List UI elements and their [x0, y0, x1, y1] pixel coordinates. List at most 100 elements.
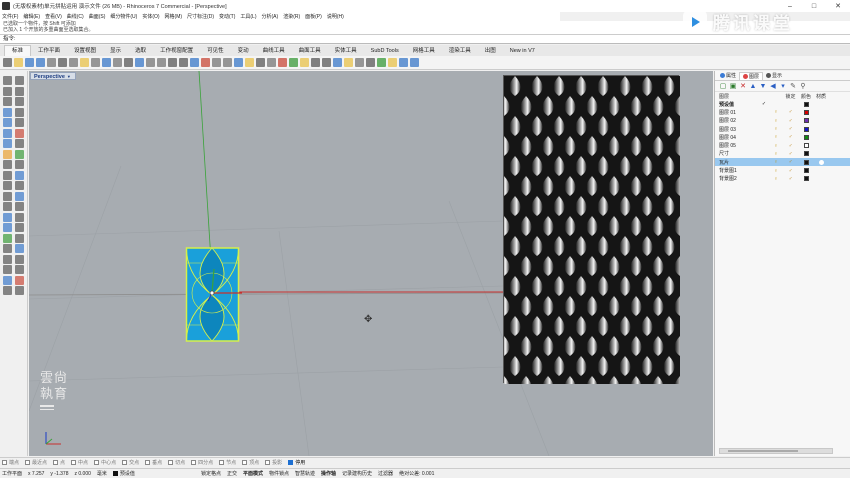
checkbox[interactable]: [242, 460, 248, 465]
menu-item[interactable]: 查看(V): [45, 13, 62, 20]
toolbar-tab[interactable]: 显示: [103, 46, 128, 56]
checkbox[interactable]: [191, 460, 197, 465]
side-tool-icon[interactable]: [3, 191, 12, 201]
toolbar-tab[interactable]: 实体工具: [328, 46, 364, 56]
side-tool-icon[interactable]: [15, 181, 24, 190]
status-toggle[interactable]: 记录建构历史: [342, 470, 372, 477]
side-tool-icon[interactable]: [3, 212, 12, 222]
checkbox[interactable]: [122, 460, 128, 465]
layer-color[interactable]: [798, 109, 814, 115]
side-tool-icon[interactable]: [15, 233, 24, 243]
toolbar-tab[interactable]: 曲线工具: [256, 46, 292, 56]
toolbar-tab[interactable]: 变动: [231, 46, 256, 56]
toolbar-tab[interactable]: 设置视图: [67, 46, 103, 56]
status-toggle[interactable]: 操作轴: [321, 470, 336, 477]
layer-color[interactable]: [798, 159, 814, 165]
layer-row[interactable]: 瓦片 ♀ ♂: [715, 158, 850, 167]
toolbar-tool-icon[interactable]: [157, 58, 166, 67]
menu-item[interactable]: 文件(F): [2, 13, 18, 20]
osnap-toggle[interactable]: 中心点: [94, 459, 116, 466]
side-tool-icon[interactable]: [3, 86, 12, 96]
lock-icon[interactable]: ♂: [783, 126, 798, 132]
new-sublayer-icon[interactable]: ▣: [728, 82, 738, 90]
layer-row[interactable]: 图层 03 ♀ ♂: [715, 125, 850, 133]
osnap-toggle[interactable]: 点: [53, 459, 65, 466]
toolbar-tab[interactable]: 曲面工具: [292, 46, 328, 56]
search-icon[interactable]: ⚲: [798, 82, 808, 90]
checkbox[interactable]: [25, 460, 31, 465]
tab-properties[interactable]: 属性: [717, 72, 739, 79]
side-tool-icon[interactable]: [3, 97, 12, 106]
toolbar-tool-icon[interactable]: [113, 58, 122, 67]
toolbar-tool-icon[interactable]: [388, 58, 397, 67]
menu-item[interactable]: 尺寸标注(D): [187, 13, 214, 20]
toolbar-tool-icon[interactable]: [355, 58, 364, 67]
status-toggle[interactable]: 锁定格点: [201, 470, 221, 477]
layer-color[interactable]: [798, 126, 814, 132]
layer-row[interactable]: 预设值 ✓: [715, 100, 850, 108]
layer-row[interactable]: 图层 05 ♀ ♂: [715, 141, 850, 149]
menu-item[interactable]: 面板(P): [305, 13, 322, 20]
osnap-toggle[interactable]: 投影: [265, 459, 282, 466]
command-prompt[interactable]: 指令:: [0, 35, 850, 44]
layer-color[interactable]: [798, 118, 814, 124]
status-toggle[interactable]: 物件锁点: [269, 470, 289, 477]
osnap-toggle[interactable]: 端点: [2, 459, 19, 466]
lock-icon[interactable]: ♂: [783, 159, 798, 165]
status-cplane[interactable]: 工作平面: [2, 470, 22, 477]
status-toggle[interactable]: 过滤器: [378, 470, 393, 477]
header-color[interactable]: 颜色: [798, 93, 814, 100]
toolbar-tool-icon[interactable]: [168, 58, 177, 67]
side-tool-icon[interactable]: [15, 139, 24, 148]
lightbulb-icon[interactable]: ♀: [769, 168, 783, 174]
toolbar-tool-icon[interactable]: [212, 58, 221, 67]
side-tool-icon[interactable]: [15, 107, 24, 117]
toolbar-tool-icon[interactable]: [14, 58, 23, 67]
osnap-toggle[interactable]: 垂点: [145, 459, 162, 466]
lock-icon[interactable]: ♂: [783, 168, 798, 174]
side-tool-icon[interactable]: [15, 286, 24, 295]
tile-object[interactable]: [184, 245, 244, 345]
osnap-toggle[interactable]: 中点: [71, 459, 88, 466]
menu-item[interactable]: 曲面(S): [89, 13, 106, 20]
lock-icon[interactable]: ♂: [783, 151, 798, 157]
side-tool-icon[interactable]: [15, 97, 24, 106]
header-lock[interactable]: 锁定: [783, 93, 798, 100]
toolbar-tool-icon[interactable]: [300, 58, 309, 67]
toolbar-tool-icon[interactable]: [245, 58, 254, 67]
checkbox[interactable]: [145, 460, 151, 465]
side-tool-icon[interactable]: [15, 191, 24, 201]
toolbar-tool-icon[interactable]: [322, 58, 331, 67]
osnap-toggle[interactable]: 节点: [219, 459, 236, 466]
toolbar-tool-icon[interactable]: [58, 58, 67, 67]
tab-display[interactable]: 显示: [763, 72, 785, 79]
side-tool-icon[interactable]: [3, 139, 12, 148]
side-tool-icon[interactable]: [3, 76, 12, 85]
lightbulb-icon[interactable]: ♀: [769, 134, 783, 140]
lightbulb-icon[interactable]: ♀: [769, 151, 783, 157]
layer-color[interactable]: [798, 101, 814, 107]
toolbar-tab[interactable]: 标准: [4, 45, 32, 56]
toolbar-tool-icon[interactable]: [25, 58, 34, 67]
toolbar-tab[interactable]: 网格工具: [406, 46, 442, 56]
layer-row[interactable]: 图层 02 ♀ ♂: [715, 117, 850, 125]
side-tool-icon[interactable]: [15, 170, 24, 180]
toolbar-tool-icon[interactable]: [36, 58, 45, 67]
toolbar-tab[interactable]: 出图: [478, 46, 503, 56]
menu-item[interactable]: 分析(A): [262, 13, 279, 20]
toolbar-tool-icon[interactable]: [289, 58, 298, 67]
toolbar-tool-icon[interactable]: [410, 58, 419, 67]
side-tool-icon[interactable]: [15, 265, 24, 274]
toolbar-tool-icon[interactable]: [366, 58, 375, 67]
layer-row[interactable]: 背景图2 ♀ ♂: [715, 175, 850, 183]
checkbox[interactable]: [2, 460, 7, 465]
toolbar-tool-icon[interactable]: [399, 58, 408, 67]
side-tool-icon[interactable]: [15, 149, 24, 159]
toolbar-tab[interactable]: 可见性: [200, 46, 231, 56]
toolbar-tool-icon[interactable]: [102, 58, 111, 67]
layer-row[interactable]: 尺寸 ♀ ♂: [715, 150, 850, 158]
toolbar-tab[interactable]: 选取: [128, 46, 153, 56]
status-toggle[interactable]: 智慧轨迹: [295, 470, 315, 477]
menu-item[interactable]: 工具(L): [240, 13, 256, 20]
lock-icon[interactable]: ♂: [783, 134, 798, 140]
